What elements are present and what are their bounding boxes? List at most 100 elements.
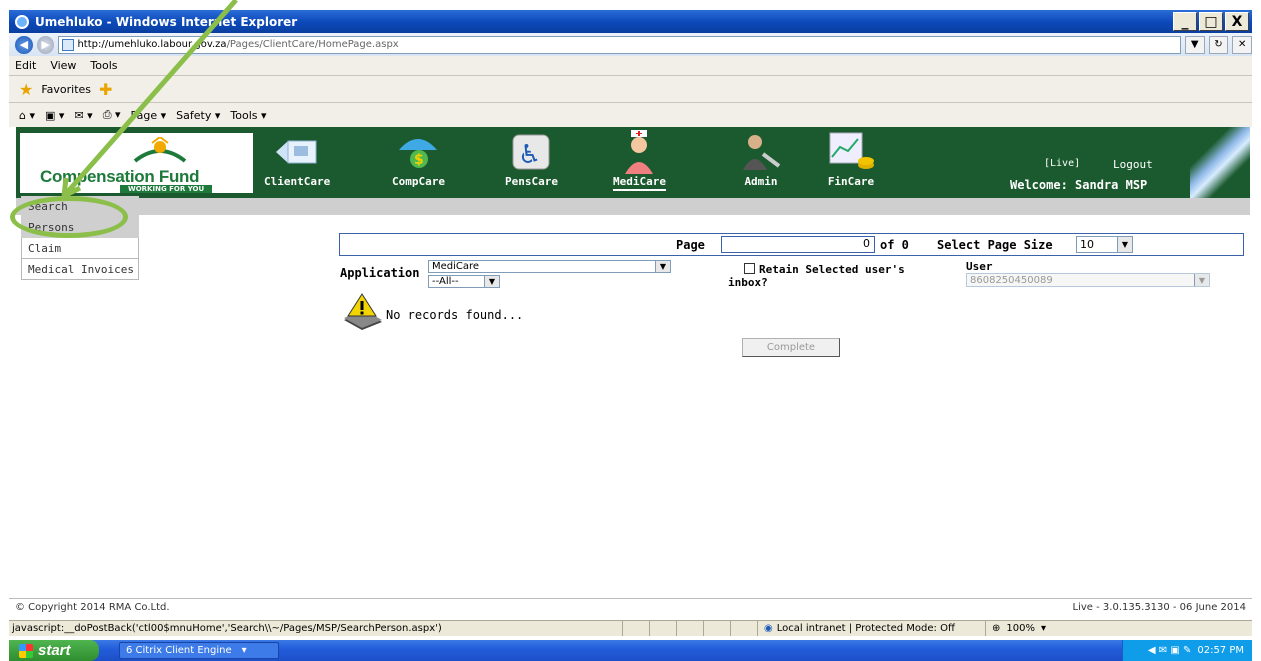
address-row: ◀ ▶ http://umehluko.labour.gov.za/Pages/… (9, 33, 1252, 56)
chevron-down-icon: ▼ (1194, 274, 1209, 286)
application-label: Application (340, 266, 420, 280)
page-icon (62, 38, 75, 51)
logo-emblem-icon (133, 137, 187, 163)
pager-bar: Page 0 of 0 Select Page Size 10 ▼ (339, 233, 1244, 256)
status-cell (650, 621, 677, 636)
browser-status-bar: javascript:__doPostBack('ctl00$mnuHome',… (9, 620, 1252, 636)
system-tray: ◀ ✉ ▣ ✎ 02:57 PM (1122, 640, 1252, 661)
sub-menu-bar (16, 198, 1250, 215)
favorites-bar: ★ Favorites ✚ (9, 76, 1252, 103)
citrix-task-label: 6 Citrix Client Engine (126, 645, 232, 656)
chevron-down-icon: ▾ (1040, 623, 1047, 634)
left-nav: Search Persons Claim Medical Invoices (21, 196, 139, 280)
page-footer: © Copyright 2014 RMA Co.Ltd. Live - 3.0.… (9, 598, 1252, 616)
favorites-button[interactable]: Favorites (41, 83, 91, 96)
home-icon[interactable]: ⌂ ▾ (19, 109, 35, 122)
skeleton-graphic-icon (1190, 127, 1250, 198)
feeds-icon[interactable]: ▣ ▾ (45, 109, 64, 122)
module-fincare[interactable]: FinCare (825, 131, 877, 189)
no-records-message: No records found... (386, 308, 524, 322)
window-titlebar: Umehluko - Windows Internet Explorer _ □… (9, 10, 1252, 33)
module-clientcare[interactable]: ClientCare (264, 131, 330, 189)
nav-item-persons[interactable]: Persons (21, 217, 139, 238)
user-value: 8608250450089 (970, 274, 1053, 286)
filter-value: --All-- (432, 276, 459, 287)
page-size-value: 10 (1080, 238, 1094, 251)
menu-view[interactable]: View (50, 59, 76, 72)
zoom-value: 100% (1006, 623, 1035, 634)
user-label: User (966, 260, 993, 273)
module-admin[interactable]: Admin (735, 131, 787, 189)
page-size-select[interactable]: 10 ▼ (1076, 236, 1133, 253)
nav-item-search[interactable]: Search (21, 196, 139, 217)
refresh-icon[interactable]: ↻ (1208, 35, 1229, 54)
status-cell (731, 621, 758, 636)
status-link-text: javascript:__doPostBack('ctl00$mnuHome',… (9, 621, 623, 636)
address-bar[interactable]: http://umehluko.labour.gov.za/Pages/Clie… (58, 35, 1181, 54)
stop-icon[interactable]: ✕ (1232, 35, 1252, 54)
windows-flag-icon (19, 643, 33, 658)
logo-text: Compensation Fund (40, 167, 200, 186)
tray-icons[interactable]: ◀ ✉ ▣ ✎ (1148, 645, 1191, 656)
windows-taskbar: start 6 Citrix Client Engine ▾ ◀ ✉ ▣ ✎ 0… (9, 640, 1252, 661)
filter-select[interactable]: --All-- ▼ (428, 275, 500, 288)
svg-text:$: $ (414, 152, 424, 168)
chevron-down-icon: ▼ (1117, 237, 1132, 252)
menu-bar: Edit View Tools (9, 56, 1252, 76)
menu-edit[interactable]: Edit (15, 59, 36, 72)
finance-chart-icon (825, 131, 877, 173)
security-zone[interactable]: ◉ Local intranet | Protected Mode: Off (758, 621, 986, 636)
nav-item-claim[interactable]: Claim (21, 238, 139, 259)
money-umbrella-icon: $ (392, 131, 444, 173)
logo-subtitle: WORKING FOR YOU (120, 185, 213, 193)
back-button[interactable]: ◀ (15, 35, 33, 54)
zoom-control[interactable]: ⊕ 100% ▾ (986, 623, 1046, 634)
retain-inbox-option[interactable]: Retain Selected user's (744, 263, 905, 276)
forward-button[interactable]: ▶ (36, 35, 55, 54)
address-dropdown-icon[interactable]: ▼ (1184, 35, 1205, 54)
status-cell (677, 621, 704, 636)
zone-text: Local intranet | Protected Mode: Off (776, 623, 955, 634)
command-page[interactable]: Page ▾ (131, 109, 167, 122)
module-penscare[interactable]: ♿ PensCare (505, 131, 558, 189)
page-size-label: Select Page Size (937, 238, 1053, 252)
logout-link[interactable]: Logout (1113, 158, 1153, 171)
complete-button[interactable]: Complete (742, 338, 840, 357)
status-cell (704, 621, 731, 636)
taskbar-item-citrix[interactable]: 6 Citrix Client Engine ▾ (119, 642, 279, 659)
print-icon[interactable]: ⎙ ▾ (103, 108, 121, 122)
module-compcare[interactable]: $ CompCare (392, 131, 445, 189)
command-tools[interactable]: Tools ▾ (230, 109, 266, 122)
pager-page-label: Page (676, 238, 705, 252)
nurse-icon (613, 130, 665, 174)
retain-label: Retain Selected user's (759, 263, 905, 276)
page-number-input[interactable]: 0 (721, 236, 875, 253)
welcome-user: Welcome: Sandra MSP (1010, 178, 1148, 192)
command-safety[interactable]: Safety ▾ (176, 109, 220, 122)
user-select[interactable]: 8608250450089 ▼ (966, 273, 1210, 287)
admin-person-icon (735, 131, 787, 173)
compensation-fund-logo[interactable]: Compensation Fund WORKING FOR YOU (20, 133, 253, 193)
command-bar: ⌂ ▾ ▣ ▾ ✉ ▾ ⎙ ▾ Page ▾ Safety ▾ Tools ▾ (9, 103, 1252, 127)
module-medicare[interactable]: MediCare (613, 130, 666, 191)
nav-item-medical-invoices[interactable]: Medical Invoices (21, 259, 139, 280)
minimize-button[interactable]: _ (1173, 12, 1197, 31)
inbox-label: inbox? (728, 276, 768, 289)
zoom-magnifier-icon: ⊕ (992, 623, 1001, 634)
chevron-down-icon: ▼ (484, 276, 499, 287)
address-host: http://umehluko.labour.gov.za (77, 39, 227, 50)
chevron-down-icon: ▼ (655, 261, 670, 272)
browser-chrome: ◀ ▶ http://umehluko.labour.gov.za/Pages/… (9, 33, 1252, 127)
application-value: MediCare (432, 261, 480, 272)
start-button[interactable]: start (9, 640, 99, 661)
ie-logo-icon (15, 14, 29, 29)
svg-text:♿: ♿ (518, 140, 541, 170)
maximize-button[interactable]: □ (1199, 12, 1223, 31)
add-favorite-icon[interactable]: ✚ (99, 80, 112, 99)
mail-icon[interactable]: ✉ ▾ (74, 109, 92, 122)
close-button[interactable]: X (1225, 12, 1249, 31)
environment-tag: [Live] (1044, 158, 1081, 169)
application-select[interactable]: MediCare ▼ (428, 260, 671, 273)
menu-tools[interactable]: Tools (90, 59, 117, 72)
retain-inbox-checkbox[interactable] (744, 263, 755, 274)
